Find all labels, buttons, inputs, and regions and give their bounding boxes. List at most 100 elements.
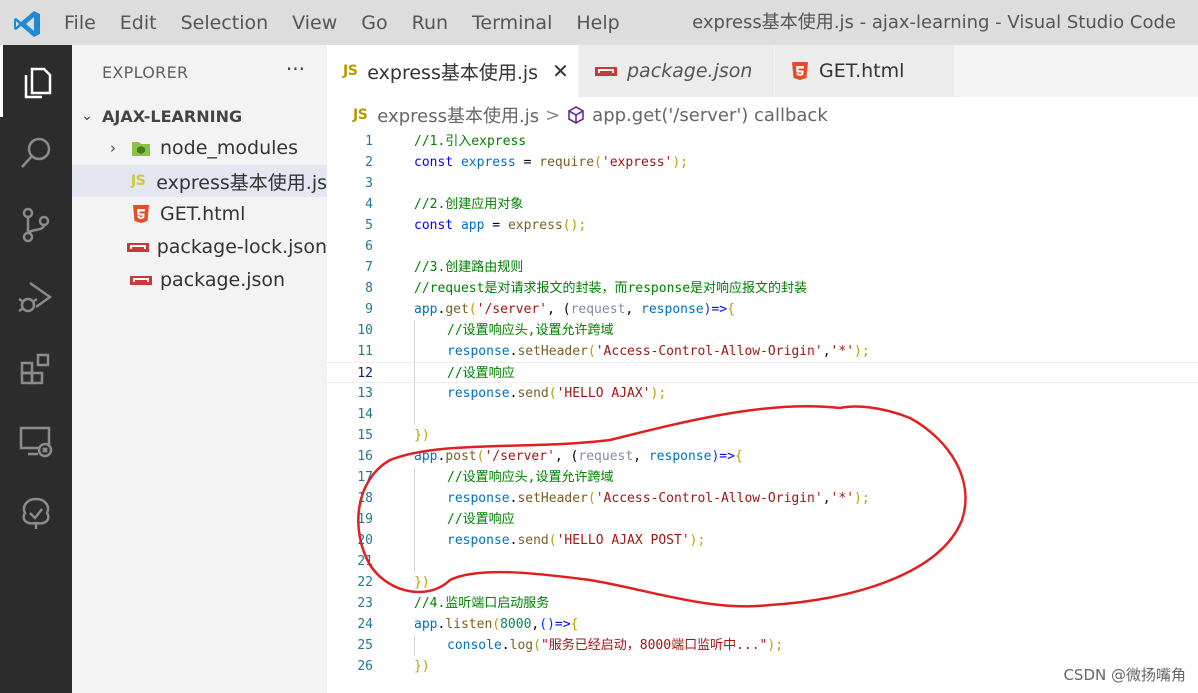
- code-line[interactable]: 6: [327, 236, 1198, 257]
- tree-icon: [22, 497, 50, 529]
- tree-item-get-html[interactable]: GET.html: [72, 198, 327, 230]
- breadcrumb-file[interactable]: express基本使用.js: [377, 102, 539, 128]
- code-text: //1.引入express: [414, 134, 527, 149]
- code-line[interactable]: 4 //2.创建应用对象: [327, 194, 1198, 215]
- html5-icon: [128, 204, 154, 224]
- html5-icon: [792, 62, 808, 80]
- code-line-current[interactable]: 12 //设置响应: [327, 362, 1198, 383]
- code-text: //3.创建路由规则: [414, 260, 524, 275]
- tab-package-json[interactable]: package.json: [579, 45, 775, 97]
- menu-go[interactable]: Go: [361, 12, 387, 34]
- line-number: 2: [365, 155, 373, 170]
- code-text: response.setHeader('Access-Control-Allow…: [447, 344, 870, 359]
- vscode-logo-icon[interactable]: [12, 9, 42, 39]
- code-line[interactable]: 25 console.log("服务已经启动，8000端口监听中...");: [327, 635, 1198, 656]
- close-icon[interactable]: ✕: [552, 59, 569, 83]
- tree-item-express-js[interactable]: JS express基本使用.js: [72, 165, 327, 197]
- method-cube-icon: [568, 106, 584, 124]
- tree-item-label: node_modules: [160, 137, 299, 159]
- code-line[interactable]: 3: [327, 173, 1198, 194]
- explorer-header: EXPLORER: [102, 63, 189, 82]
- breadcrumb-separator: >: [545, 104, 561, 126]
- activity-tree[interactable]: [0, 477, 72, 549]
- code-text: //设置响应头,设置允许跨域: [447, 323, 614, 338]
- more-actions-button[interactable]: ···: [286, 57, 305, 81]
- code-line[interactable]: 8 //request是对请求报文的封装，而response是对响应报文的封装: [327, 278, 1198, 299]
- activity-explorer[interactable]: [0, 45, 72, 117]
- line-number: 4: [365, 197, 373, 212]
- annotation-circle: [357, 405, 967, 608]
- menu-selection[interactable]: Selection: [181, 12, 269, 34]
- explorer-icon: [24, 67, 51, 99]
- code-text: //request是对请求报文的封装，而response是对响应报文的封装: [414, 281, 808, 296]
- activity-bar: [0, 45, 72, 693]
- npm-icon: [128, 275, 154, 285]
- watermark: CSDN @微扬嘴角: [1063, 666, 1186, 684]
- code-text: app.get('/server', (request, response)=>…: [414, 302, 735, 317]
- tab-get-html[interactable]: GET.html: [775, 45, 955, 97]
- line-number: 5: [365, 218, 373, 233]
- activity-remote-explorer[interactable]: [0, 405, 72, 477]
- tab-label: express基本使用.js: [367, 61, 539, 84]
- code-line[interactable]: 10 //设置响应头,设置允许跨域: [327, 320, 1198, 341]
- remote-explorer-icon: [19, 426, 53, 458]
- run-debug-icon: [18, 281, 53, 313]
- source-control-icon: [22, 207, 50, 243]
- line-number: 8: [365, 281, 373, 296]
- menu-file[interactable]: File: [64, 12, 96, 34]
- breadcrumb-symbol[interactable]: app.get('/server') callback: [592, 105, 828, 126]
- tree-item-label: package-lock.json: [156, 236, 327, 258]
- js-file-icon: JS: [353, 107, 368, 123]
- line-number: 6: [365, 239, 373, 254]
- code-line[interactable]: 1 //1.引入express: [327, 131, 1198, 152]
- window-title: express基本使用.js - ajax-learning - Visual …: [692, 12, 1176, 33]
- tab-label: GET.html: [819, 60, 905, 82]
- tree-item-label: package.json: [160, 269, 286, 291]
- breadcrumb: JS express基本使用.js > app.get('/server') c…: [327, 97, 1198, 133]
- extensions-icon: [20, 353, 50, 385]
- tab-express-js[interactable]: JS express基本使用.js ✕: [327, 45, 579, 97]
- menu-bar: File Edit Selection View Go Run Terminal…: [64, 0, 644, 45]
- menu-help[interactable]: Help: [576, 12, 619, 34]
- tree-item-label: express基本使用.js: [156, 171, 327, 194]
- code-text: }): [414, 659, 430, 674]
- line-number: 12: [357, 366, 373, 381]
- code-line[interactable]: 2 const express = require('express');: [327, 152, 1198, 173]
- menu-edit[interactable]: Edit: [120, 12, 157, 34]
- activity-extensions[interactable]: [0, 333, 72, 405]
- line-number: 26: [357, 659, 373, 674]
- tree-item-package-json[interactable]: package.json: [72, 264, 327, 296]
- node-folder-icon: [128, 139, 154, 157]
- chevron-down-icon: ⌄: [81, 108, 93, 124]
- code-text: console.log("服务已经启动，8000端口监听中...");: [447, 638, 784, 653]
- npm-icon: [126, 242, 150, 252]
- activity-search[interactable]: [0, 117, 72, 189]
- code-line[interactable]: 7 //3.创建路由规则: [327, 257, 1198, 278]
- line-number: 9: [365, 302, 373, 317]
- tab-label: package.json: [627, 60, 753, 82]
- js-file-icon: JS: [130, 173, 146, 189]
- code-line[interactable]: 5 const app = express();: [327, 215, 1198, 236]
- code-text: const express = require('express');: [414, 155, 688, 170]
- line-number: 11: [357, 344, 373, 359]
- line-number: 25: [357, 638, 373, 653]
- menu-run[interactable]: Run: [412, 12, 448, 34]
- code-text: //设置响应: [447, 366, 515, 381]
- activity-run-debug[interactable]: [0, 261, 72, 333]
- code-line[interactable]: 11 response.setHeader('Access-Control-All…: [327, 341, 1198, 362]
- menu-terminal[interactable]: Terminal: [472, 12, 552, 34]
- line-number: 10: [357, 323, 373, 338]
- code-text: //2.创建应用对象: [414, 197, 524, 212]
- workspace-folder[interactable]: ⌄ AJAX-LEARNING: [72, 102, 327, 130]
- tree-item-package-lock-json[interactable]: package-lock.json: [72, 231, 327, 263]
- editor-tabs: JS express基本使用.js ✕ package.json GET.htm…: [327, 45, 1198, 97]
- explorer-sidebar: EXPLORER ··· ⌄ AJAX-LEARNING › node_modu…: [72, 45, 327, 693]
- code-line[interactable]: 9 app.get('/server', (request, response)=…: [327, 299, 1198, 320]
- tree-item-node-modules[interactable]: › node_modules: [72, 132, 327, 164]
- workspace-folder-label: AJAX-LEARNING: [102, 106, 243, 126]
- line-number: 1: [365, 134, 373, 149]
- tree-item-label: GET.html: [160, 203, 246, 225]
- activity-source-control[interactable]: [0, 189, 72, 261]
- code-text: const app = express();: [414, 218, 587, 233]
- menu-view[interactable]: View: [292, 12, 337, 34]
